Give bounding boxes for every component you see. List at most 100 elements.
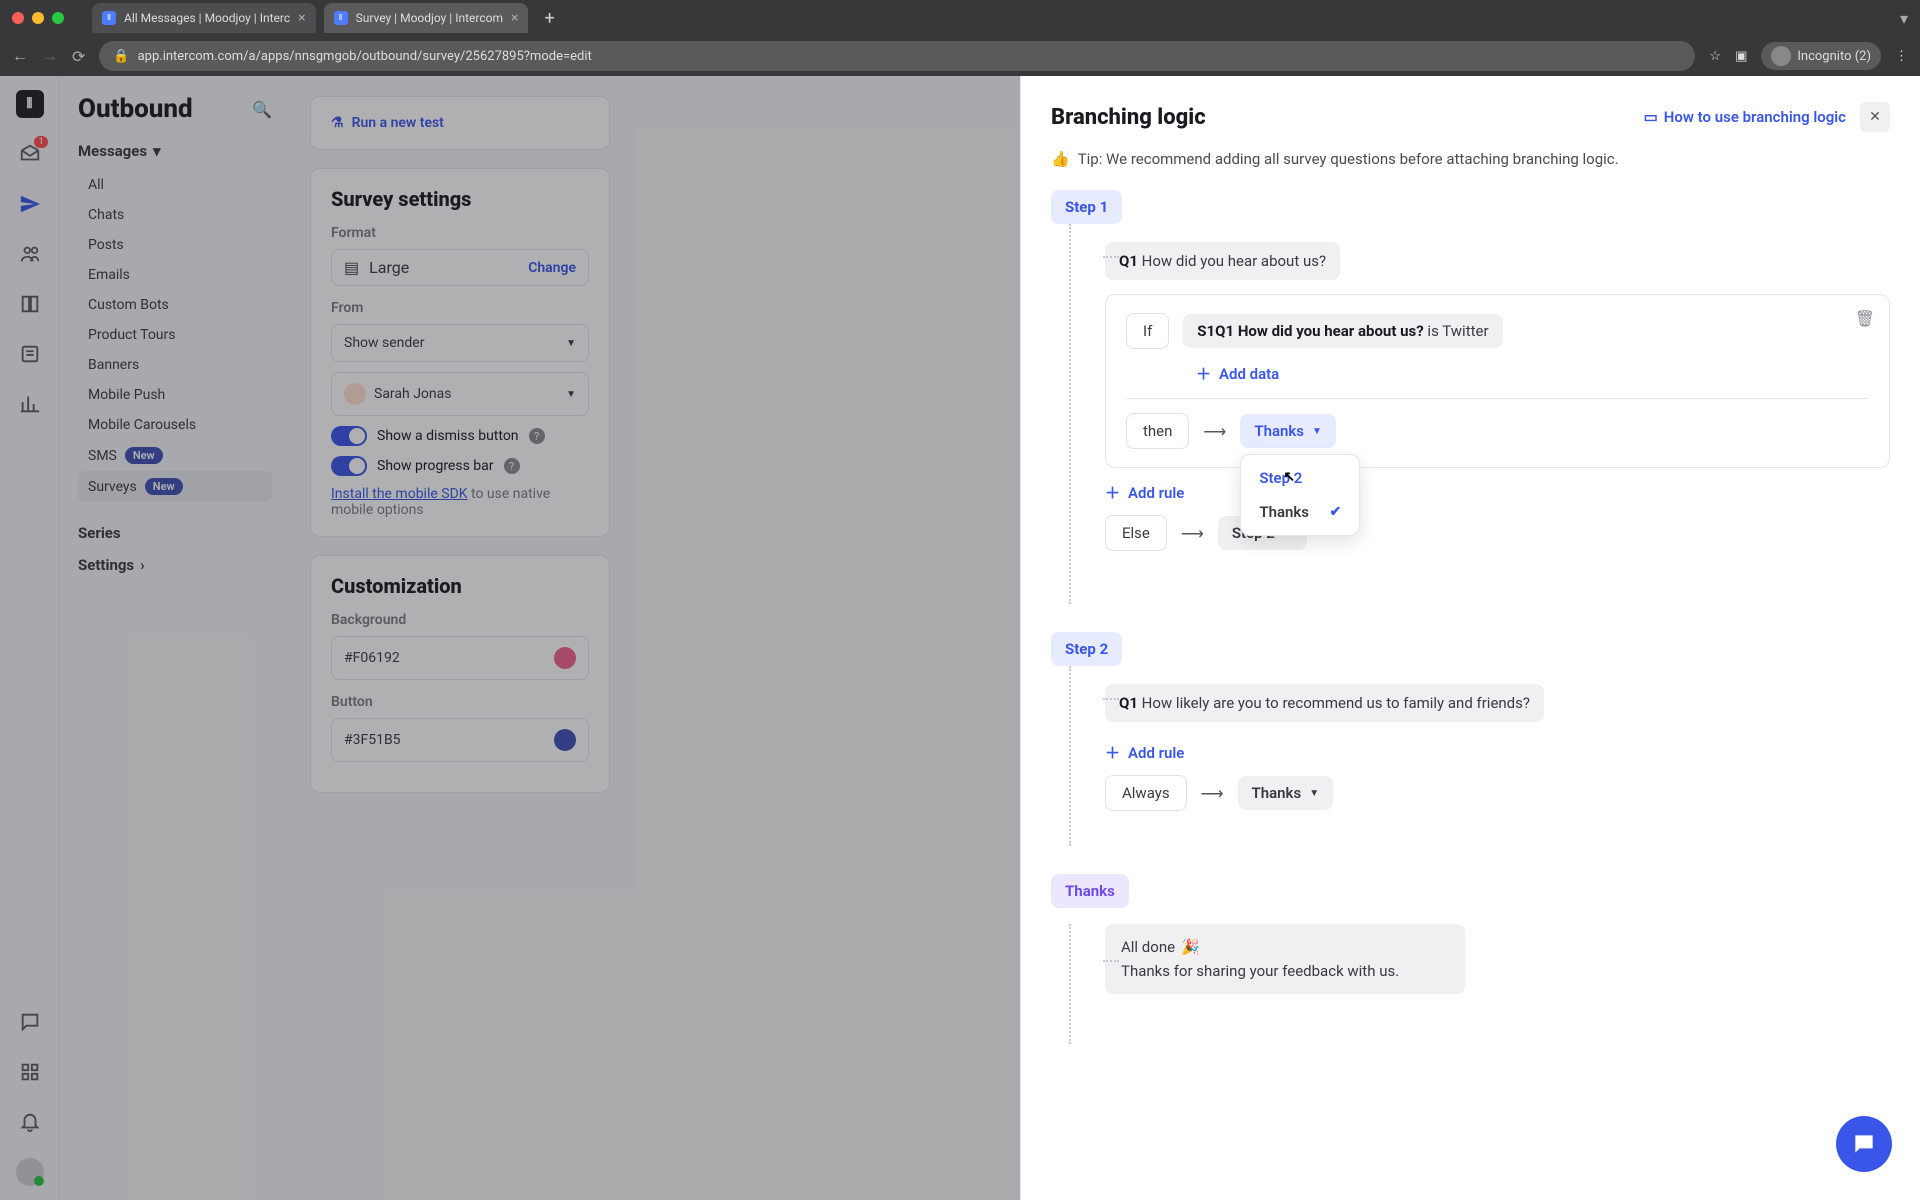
kebab-menu-icon[interactable]: ⋮ — [1895, 49, 1908, 64]
rail-contacts[interactable] — [16, 240, 44, 268]
dismiss-label: Show a dismiss button — [377, 428, 519, 444]
sidebar-item-mobile-push[interactable]: Mobile Push — [78, 380, 272, 410]
always-destination-select[interactable]: Thanks ▼ — [1238, 776, 1334, 810]
btn-label: Button — [331, 694, 589, 710]
show-sender-select[interactable]: Show sender ▼ — [331, 324, 589, 362]
add-rule-button[interactable]: ＋ Add rule — [1105, 482, 1890, 503]
back-button[interactable]: ← — [12, 46, 28, 66]
arrow-icon: ⟶ — [1203, 422, 1226, 441]
search-icon[interactable]: 🔍 — [252, 100, 272, 119]
reload-button[interactable]: ⟳ — [72, 47, 85, 66]
format-value: Large — [369, 258, 409, 277]
add-data-button[interactable]: ＋ Add data — [1196, 363, 1869, 384]
change-format-link[interactable]: Change — [528, 260, 576, 276]
sidebar-item-sms[interactable]: SMS New — [78, 440, 272, 471]
plus-icon: ＋ — [1196, 363, 1211, 384]
chevron-down-icon: ▼ — [1312, 426, 1322, 437]
sidebar-section-settings[interactable]: Settings › — [78, 556, 272, 574]
incognito-badge[interactable]: Incognito (2) — [1761, 42, 1881, 70]
traffic-min[interactable] — [32, 12, 44, 24]
help-link[interactable]: ▭ How to use branching logic — [1644, 108, 1846, 126]
format-label: Format — [331, 225, 589, 241]
chevron-down-icon: ▼ — [1309, 788, 1319, 799]
rail-apps[interactable] — [16, 1058, 44, 1086]
sidebar-section-series[interactable]: Series — [78, 524, 272, 542]
sidebar-item-all[interactable]: All — [78, 170, 272, 200]
traffic-close[interactable] — [12, 12, 24, 24]
info-icon[interactable]: ? — [504, 458, 520, 474]
close-panel-button[interactable]: ✕ — [1860, 102, 1890, 132]
sender-select[interactable]: Sarah Jonas ▼ — [331, 372, 589, 416]
messenger-fab[interactable] — [1836, 1116, 1892, 1172]
survey-settings-card: Survey settings Format ▤ Large Change Fr… — [310, 168, 610, 537]
panel-title: Branching logic — [1051, 105, 1206, 130]
forward-button[interactable]: → — [42, 46, 58, 66]
progress-label: Show progress bar — [377, 458, 494, 474]
add-rule-button[interactable]: ＋ Add rule — [1105, 742, 1890, 763]
browser-tab-0[interactable]: ⦀ All Messages | Moodjoy | Interc × — [92, 3, 316, 33]
sidebar-item-chats[interactable]: Chats — [78, 200, 272, 230]
dropdown-item-step2[interactable]: Step 2 — [1247, 461, 1353, 495]
check-icon: ✔ — [1330, 504, 1342, 520]
sidebar-item-banners[interactable]: Banners — [78, 350, 272, 380]
chevron-right-icon: › — [140, 556, 145, 574]
rail-notifications[interactable] — [16, 1108, 44, 1136]
run-test-card[interactable]: ⚗ Run a new test — [310, 96, 610, 150]
chevron-down-icon[interactable]: ▾ — [1900, 9, 1908, 28]
tab-title: All Messages | Moodjoy | Interc — [124, 11, 290, 25]
incognito-icon — [1771, 46, 1791, 66]
thanks-title: All done — [1121, 938, 1175, 956]
bg-color-input[interactable]: #F06192 — [331, 636, 589, 680]
rail-operator[interactable] — [16, 340, 44, 368]
then-chip: then — [1126, 413, 1189, 449]
intercom-logo[interactable]: ⦀ — [16, 90, 44, 118]
sidebar-item-posts[interactable]: Posts — [78, 230, 272, 260]
page-title: Outbound — [78, 94, 193, 124]
condition-chip[interactable]: S1Q1 How did you hear about us? is Twitt… — [1183, 314, 1502, 348]
dismiss-toggle[interactable] — [331, 426, 367, 446]
rail-reports[interactable] — [16, 390, 44, 418]
dropdown-item-thanks[interactable]: Thanks ✔ — [1247, 495, 1353, 529]
address-bar[interactable]: 🔒 app.intercom.com/a/apps/nnsgmgob/outbo… — [99, 41, 1695, 71]
avatar — [344, 383, 366, 405]
else-chip: Else — [1105, 515, 1167, 551]
customization-card: Customization Background #F06192 Button … — [310, 555, 610, 793]
step1-q1: Q1 How did you hear about us? — [1105, 242, 1340, 280]
rail-inbox[interactable]: 1 — [16, 140, 44, 168]
info-icon[interactable]: ? — [529, 428, 545, 444]
tab-title: Survey | Moodjoy | Intercom — [356, 11, 503, 25]
new-badge: New — [145, 478, 183, 495]
sidebar-item-emails[interactable]: Emails — [78, 260, 272, 290]
sdk-link[interactable]: Install the mobile SDK — [331, 486, 468, 502]
sidebar-item-product-tours[interactable]: Product Tours — [78, 320, 272, 350]
progress-toggle[interactable] — [331, 456, 367, 476]
incognito-label: Incognito (2) — [1797, 49, 1871, 64]
arrow-icon: ⟶ — [1201, 784, 1224, 803]
delete-rule-button[interactable]: 🗑 — [1855, 309, 1875, 328]
sidebar-item-custom-bots[interactable]: Custom Bots — [78, 290, 272, 320]
btn-swatch — [554, 729, 576, 751]
traffic-max[interactable] — [52, 12, 64, 24]
chevron-down-icon: ▼ — [566, 338, 576, 349]
arrow-icon: ⟶ — [1181, 524, 1204, 543]
then-destination-select[interactable]: Thanks ▼ Step 2 Thanks ✔ ↖ — [1240, 414, 1336, 448]
btn-color-input[interactable]: #3F51B5 — [331, 718, 589, 762]
sidebar-section-messages[interactable]: Messages ▾ — [78, 142, 272, 160]
panel-icon[interactable]: ▣ — [1735, 49, 1747, 64]
book-icon: ▭ — [1644, 108, 1658, 126]
rail-messenger[interactable] — [16, 1008, 44, 1036]
sidebar-item-mobile-carousels[interactable]: Mobile Carousels — [78, 410, 272, 440]
browser-tab-1[interactable]: ⦀ Survey | Moodjoy | Intercom × — [324, 3, 529, 33]
sidebar-item-surveys[interactable]: Surveys New — [78, 471, 272, 502]
star-icon[interactable]: ☆ — [1709, 49, 1721, 64]
from-label: From — [331, 300, 589, 316]
settings-title: Survey settings — [331, 187, 589, 211]
intercom-favicon: ⦀ — [102, 11, 116, 25]
rail-outbound[interactable] — [16, 190, 44, 218]
close-icon[interactable]: × — [298, 10, 305, 26]
thanks-step-label: Thanks — [1051, 874, 1129, 908]
rail-articles[interactable] — [16, 290, 44, 318]
new-tab-button[interactable]: + — [536, 8, 562, 29]
close-icon[interactable]: × — [511, 10, 518, 26]
rail-user-avatar[interactable] — [16, 1158, 44, 1186]
